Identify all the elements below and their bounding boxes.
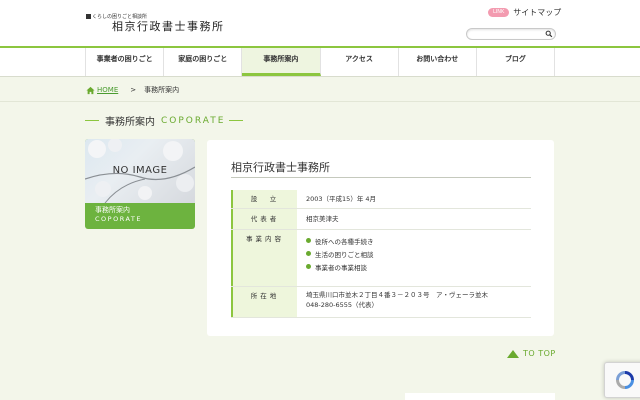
page-title-ja: 事務所案内 <box>105 117 155 128</box>
home-icon <box>86 86 95 94</box>
label-address: 所在地 <box>231 287 297 317</box>
footer-edge <box>405 393 555 400</box>
nav-menu: 事業者の困りごと 家庭の困りごと 事務所案内 アクセス お問い合わせ ブログ <box>85 48 556 76</box>
office-info-table: 設 立 2003（平成15）年 4月 代表者 相京美津夫 事業内容 役所への各種… <box>231 190 531 318</box>
card-label-en: COPORATE <box>95 215 142 223</box>
up-arrow-icon <box>507 349 519 358</box>
phone-line: 048-280-6555（代表） <box>306 301 379 309</box>
nav-item-access[interactable]: アクセス <box>321 48 399 76</box>
site-logo[interactable]: 相京行政書士事務所 <box>112 20 225 34</box>
office-info-panel: 相京行政書士事務所 設 立 2003（平成15）年 4月 代表者 相京美津夫 事… <box>207 140 554 336</box>
nav-item-office-guide[interactable]: 事務所案内 <box>242 48 321 76</box>
breadcrumb: HOME > 事務所案内 <box>86 85 179 95</box>
bullet-dot-icon <box>306 238 311 243</box>
recaptcha-badge[interactable] <box>604 362 640 398</box>
label-services: 事業内容 <box>231 230 297 286</box>
card-label-ja: 事務所案内 <box>95 206 130 214</box>
list-item: 生活の困りごと相談 <box>306 247 531 260</box>
breadcrumb-separator: > <box>130 86 137 94</box>
sidebar-office-card[interactable]: NO IMAGE 事務所案内 COPORATE <box>85 139 195 229</box>
table-row-representative: 代表者 相京美津夫 <box>231 209 531 230</box>
no-image-label: NO IMAGE <box>112 165 168 176</box>
list-item: 事業者の事業相談 <box>306 260 531 273</box>
title-dash-left <box>85 120 99 121</box>
page-title: 事務所案内 COPORATE <box>85 113 244 128</box>
table-row-address: 所在地 埼玉県川口市並木２丁目４番３－２０３号 ア・ヴェーラ並木 048-280… <box>231 287 531 318</box>
list-item: 役所への各種手続き <box>306 234 531 247</box>
heading-rule <box>231 177 531 178</box>
global-nav: 事業者の困りごと 家庭の困りごと 事務所案内 アクセス お問い合わせ ブログ <box>0 46 640 77</box>
search-input[interactable] <box>471 29 541 39</box>
breadcrumb-current: 事務所案内 <box>144 86 180 94</box>
label-representative: 代表者 <box>231 209 297 229</box>
recaptcha-icon <box>616 371 634 389</box>
nav-item-blog[interactable]: ブログ <box>477 48 556 76</box>
breadcrumb-home-link[interactable]: HOME <box>97 86 118 94</box>
bullet-dot-icon <box>306 264 311 269</box>
link-badge: LINK <box>488 7 510 17</box>
nav-item-business-troubles[interactable]: 事業者の困りごと <box>85 48 165 76</box>
sitemap-label: サイトマップ <box>513 7 562 17</box>
nav-item-contact[interactable]: お問い合わせ <box>399 48 477 76</box>
value-address: 埼玉県川口市並木２丁目４番３－２０３号 ア・ヴェーラ並木 048-280-655… <box>297 287 531 317</box>
tagline-square-icon <box>86 14 91 19</box>
sitemap-link[interactable]: LINK サイトマップ <box>488 6 561 18</box>
address-line: 埼玉県川口市並木２丁目４番３－２０３号 ア・ヴェーラ並木 <box>306 291 488 299</box>
nav-item-home-troubles[interactable]: 家庭の困りごと <box>164 48 243 76</box>
label-established: 設 立 <box>231 190 297 208</box>
value-representative: 相京美津夫 <box>306 215 339 223</box>
to-top-label: TO TOP <box>523 349 556 358</box>
search-box <box>466 28 556 40</box>
bullet-dot-icon <box>306 251 311 256</box>
cherry-blossom-image: NO IMAGE <box>85 139 195 203</box>
value-services: 役所への各種手続き 生活の困りごと相談 事業者の事業相談 <box>297 230 531 286</box>
to-top-link[interactable]: TO TOP <box>507 349 556 358</box>
breadcrumb-divider <box>0 101 640 102</box>
value-established: 2003（平成15）年 4月 <box>306 195 377 203</box>
table-row-services: 事業内容 役所への各種手続き 生活の困りごと相談 事業者の事業相談 <box>231 230 531 287</box>
table-row-established: 設 立 2003（平成15）年 4月 <box>231 190 531 209</box>
site-header: くらしの困りごと相談所 相京行政書士事務所 LINK サイトマップ <box>0 0 640 46</box>
title-dash-right <box>229 120 244 121</box>
page-title-en: COPORATE <box>161 115 226 126</box>
office-name-heading: 相京行政書士事務所 <box>231 161 330 174</box>
search-icon[interactable] <box>545 30 553 38</box>
